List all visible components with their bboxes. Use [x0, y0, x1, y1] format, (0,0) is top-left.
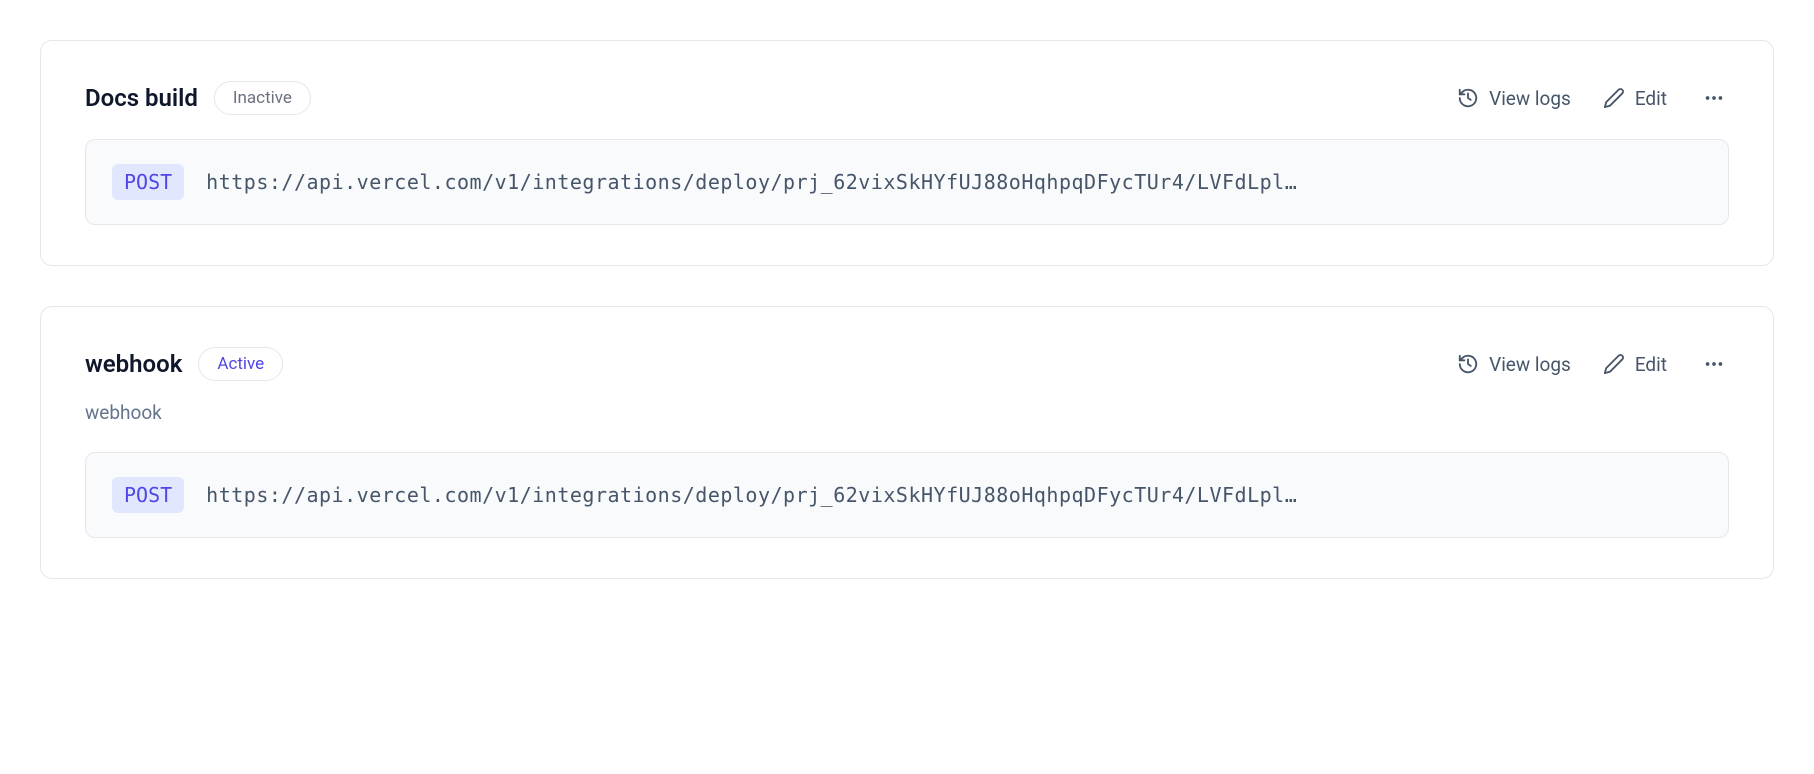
endpoint-display: POST https://api.vercel.com/v1/integrati…: [85, 139, 1729, 225]
endpoint-url: https://api.vercel.com/v1/integrations/d…: [206, 170, 1702, 194]
status-badge: Inactive: [214, 81, 311, 115]
card-header: webhook Active View logs: [85, 347, 1729, 381]
pencil-icon: [1603, 353, 1625, 375]
webhook-card: webhook Active View logs: [40, 306, 1774, 579]
status-badge: Active: [198, 347, 283, 381]
card-header: Docs build Inactive View logs: [85, 81, 1729, 115]
dots-horizontal-icon: [1703, 87, 1725, 109]
dots-horizontal-icon: [1703, 353, 1725, 375]
view-logs-button[interactable]: View logs: [1457, 353, 1571, 376]
header-left: webhook Active: [85, 347, 283, 381]
header-actions: View logs Edit: [1457, 349, 1729, 379]
endpoint-url: https://api.vercel.com/v1/integrations/d…: [206, 483, 1702, 507]
more-menu-button[interactable]: [1699, 83, 1729, 113]
edit-label: Edit: [1635, 353, 1667, 376]
card-title: Docs build: [85, 84, 198, 112]
header-actions: View logs Edit: [1457, 83, 1729, 113]
webhook-card: Docs build Inactive View logs: [40, 40, 1774, 266]
card-subtitle: webhook: [85, 401, 1729, 424]
pencil-icon: [1603, 87, 1625, 109]
view-logs-label: View logs: [1489, 87, 1571, 110]
view-logs-label: View logs: [1489, 353, 1571, 376]
card-title: webhook: [85, 350, 182, 378]
edit-button[interactable]: Edit: [1603, 87, 1667, 110]
more-menu-button[interactable]: [1699, 349, 1729, 379]
history-icon: [1457, 87, 1479, 109]
endpoint-display: POST https://api.vercel.com/v1/integrati…: [85, 452, 1729, 538]
edit-label: Edit: [1635, 87, 1667, 110]
edit-button[interactable]: Edit: [1603, 353, 1667, 376]
view-logs-button[interactable]: View logs: [1457, 87, 1571, 110]
http-method-badge: POST: [112, 477, 184, 513]
http-method-badge: POST: [112, 164, 184, 200]
history-icon: [1457, 353, 1479, 375]
header-left: Docs build Inactive: [85, 81, 311, 115]
